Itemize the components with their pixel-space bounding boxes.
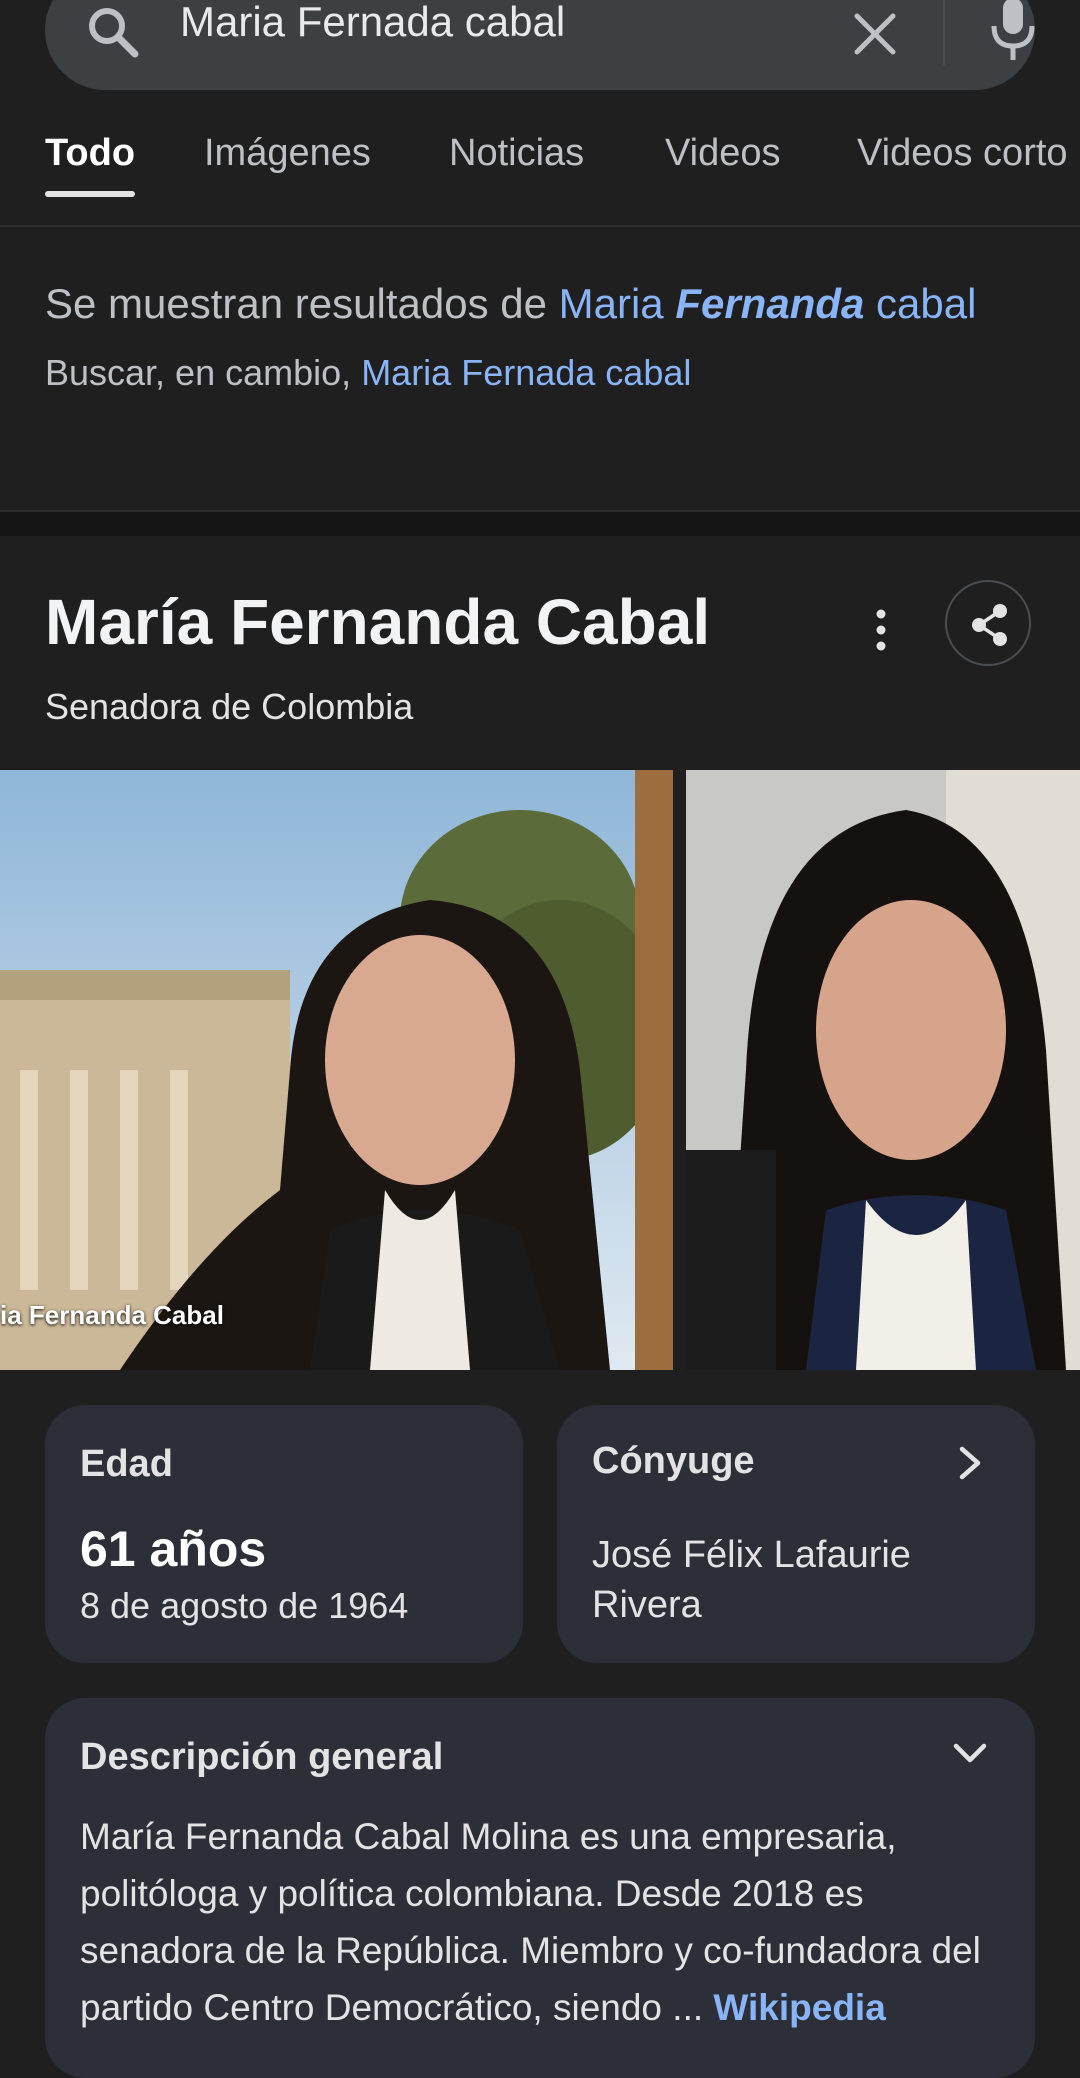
tab-videos-cortos[interactable]: Videos corto [857,132,1068,175]
search-icon[interactable] [85,4,141,60]
overview-card: Descripción general María Fernanda Cabal… [45,1698,1035,2078]
tab-noticias[interactable]: Noticias [449,132,584,175]
search-tabs: Todo Imágenes Noticias Videos Videos cor… [0,120,1080,227]
birthdate: 8 de agosto de 1964 [80,1585,409,1626]
alt-search-prefix: Buscar, en cambio, [45,352,352,393]
overview-label: Descripción general [80,1736,444,1778]
overview-text: María Fernanda Cabal Molina es una empre… [80,1816,981,2028]
spelling-correction: Se muestran resultados de Maria Fernanda… [45,270,1045,394]
wikipedia-link[interactable]: Wikipedia [713,1987,885,2028]
chevron-right-icon[interactable] [952,1443,988,1483]
clear-icon[interactable] [845,4,905,64]
corrected-query-link[interactable]: Maria Fernanda cabal [559,280,977,327]
spouse-value[interactable]: José Félix Lafaurie Rivera [592,1530,972,1630]
active-tab-indicator [45,191,135,197]
section-divider [0,510,1080,536]
mic-icon[interactable] [985,0,1041,62]
age-label: Edad [80,1443,173,1485]
photo-caption: ia Fernanda Cabal [0,1300,224,1330]
profile-photo-2[interactable] [686,770,1080,1370]
subtitle: Senadora de Colombia [45,686,414,727]
chevron-down-icon[interactable] [950,1736,990,1772]
tab-videos[interactable]: Videos [665,132,781,175]
original-query-link[interactable]: Maria Fernada cabal [361,352,691,393]
more-vert-icon[interactable] [866,605,896,655]
share-icon [972,604,1007,646]
search-divider [943,0,945,65]
tab-todo[interactable]: Todo [45,132,135,175]
age-card: Edad 61 años 8 de agosto de 1964 [45,1405,523,1663]
spelling-prefix: Se muestran resultados de [45,280,547,327]
page-title: María Fernanda Cabal [45,586,711,658]
age-value: 61 años [80,1521,267,1577]
spouse-card[interactable]: Cónyuge José Félix Lafaurie Rivera [557,1405,1035,1663]
search-bar[interactable]: Maria Fernada cabal [45,0,1035,90]
profile-photo-1[interactable] [0,770,673,1370]
spouse-label: Cónyuge [592,1440,755,1482]
share-button[interactable] [945,580,1031,666]
search-input[interactable]: Maria Fernada cabal [180,0,565,46]
tab-imagenes[interactable]: Imágenes [204,132,371,175]
